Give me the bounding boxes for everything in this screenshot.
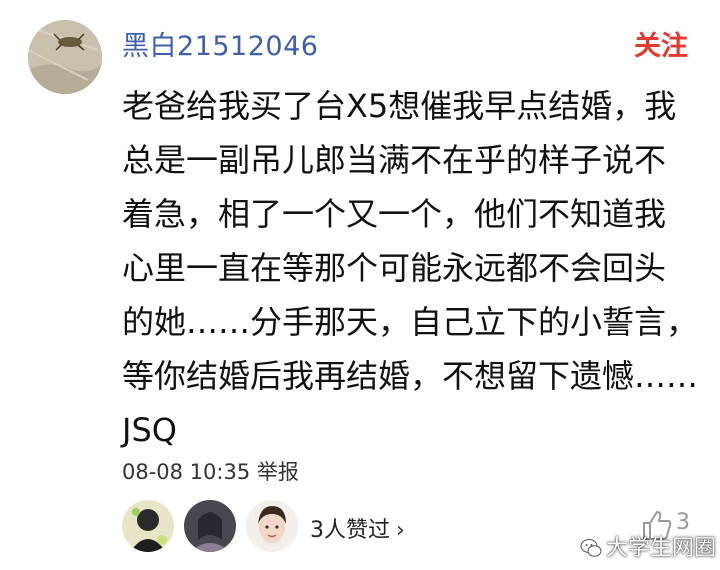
watermark: 大学生网圈: [580, 530, 716, 562]
liker-avatar[interactable]: [246, 500, 298, 552]
chevron-right-icon: ›: [396, 518, 405, 543]
comment-line: JSQ: [122, 411, 177, 449]
liker-avatar-image: [184, 500, 236, 552]
comment-line: 老爸给我买了台X5想催我早点结婚，我: [122, 87, 677, 125]
liker-avatar[interactable]: [122, 500, 174, 552]
comment-meta: 08-08 10:35 举报: [122, 456, 299, 486]
comment-line: 的她……分手那天，自己立下的小誓言，: [122, 303, 699, 341]
follow-button[interactable]: 关注: [634, 24, 688, 63]
liker-avatar-image: [246, 500, 298, 552]
watermark-text: 大学生网圈: [606, 536, 717, 561]
author-name[interactable]: 黑白21512046: [122, 24, 318, 63]
comment-line: 心里一直在等那个可能永远都不会回头: [122, 249, 667, 287]
author-avatar[interactable]: [28, 20, 102, 94]
comment-timestamp: 08-08 10:35: [122, 460, 251, 484]
comment-line: 等你结婚后我再结婚，不想留下遗憾……: [122, 357, 699, 395]
comment-body: 老爸给我买了台X5想催我早点结婚，我 总是一副吊儿郎当满不在乎的样子说不 着急，…: [122, 79, 699, 457]
liker-avatar-image: [122, 500, 174, 552]
comment-line: 总是一副吊儿郎当满不在乎的样子说不: [122, 141, 667, 179]
liker-avatar[interactable]: [184, 500, 236, 552]
wechat-icon: [580, 539, 602, 557]
likes-summary-text: 3人赞过: [310, 518, 390, 543]
report-link[interactable]: 举报: [257, 460, 299, 484]
comment-line: 着急，相了一个又一个，他们不知道我: [122, 195, 667, 233]
author-avatar-image: [28, 20, 102, 94]
likes-summary[interactable]: 3人赞过 ›: [310, 512, 405, 544]
